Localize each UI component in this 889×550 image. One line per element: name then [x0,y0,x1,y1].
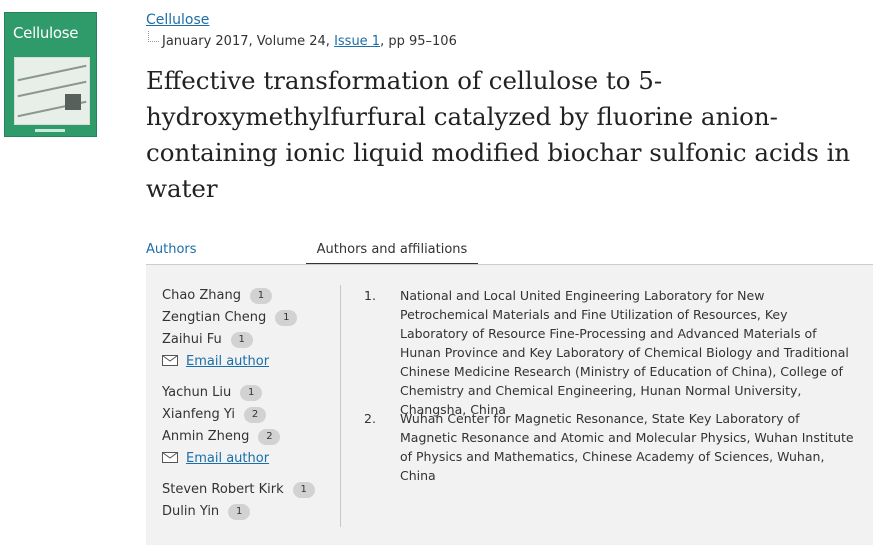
email-author-label[interactable]: Email author [186,451,269,466]
envelope-icon [162,354,178,366]
author-item: Yachun Liu 1 [162,384,263,402]
author-name: Steven Robert Kirk [162,482,284,497]
meta-suffix: , pp 95–106 [380,34,457,49]
publication-meta: January 2017, Volume 24, Issue 1, pp 95–… [162,34,457,49]
author-item: Zengtian Cheng 1 [162,309,298,327]
affiliation-badge[interactable]: 2 [258,429,281,445]
cover-publisher-logo [35,129,65,132]
affiliation-badge[interactable]: 1 [228,504,251,520]
affiliation-text: Wuhan Center for Magnetic Resonance, Sta… [400,411,854,483]
article-title: Effective transformation of cellulose to… [146,66,851,203]
email-author-link[interactable]: Email author [162,353,269,371]
issue-link[interactable]: Issue 1 [334,34,380,49]
author-name: Dulin Yin [162,504,220,519]
authors-affiliations-panel: Chao Zhang 1 Zengtian Cheng 1 Zaihui Fu 1 E… [146,264,873,545]
author-item: Xianfeng Yi 2 [162,406,267,424]
journal-link[interactable]: Cellulose [146,12,209,28]
affiliation-badge[interactable]: 1 [292,482,315,498]
journal-cover[interactable]: Cellulose [4,12,97,137]
author-item: Chao Zhang 1 [162,287,272,305]
affiliation-number: 1. [364,288,376,303]
meta-prefix: January 2017, Volume 24, [162,34,335,49]
author-item: Anmin Zheng 2 [162,428,281,446]
author-name: Anmin Zheng [162,429,250,444]
tab-authors[interactable]: Authors [146,242,197,257]
author-name: Yachun Liu [162,385,232,400]
affiliation-badge[interactable]: 1 [240,385,263,401]
cover-title: Cellulose [13,24,79,42]
email-author-link[interactable]: Email author [162,450,269,468]
affiliation-badge[interactable]: 1 [275,310,298,326]
affiliation-badge[interactable]: 2 [244,407,267,423]
affiliation-badge[interactable]: 1 [249,288,272,304]
tree-connector [148,31,159,42]
envelope-icon [162,451,178,463]
author-name: Zaihui Fu [162,332,222,347]
author-item: Steven Robert Kirk 1 [162,481,315,499]
email-author-label[interactable]: Email author [186,354,269,369]
author-name: Xianfeng Yi [162,407,236,422]
author-name: Chao Zhang [162,288,241,303]
cover-image [14,57,90,125]
tab-authors-and-affiliations[interactable]: Authors and affiliations [306,242,478,265]
author-item: Zaihui Fu 1 [162,331,253,349]
affiliation-number: 2. [364,411,376,426]
affiliation-text: National and Local United Engineering La… [400,288,849,417]
author-item: Dulin Yin 1 [162,503,251,521]
column-divider [340,285,341,527]
affiliation-badge[interactable]: 1 [230,332,253,348]
author-name: Zengtian Cheng [162,310,267,325]
